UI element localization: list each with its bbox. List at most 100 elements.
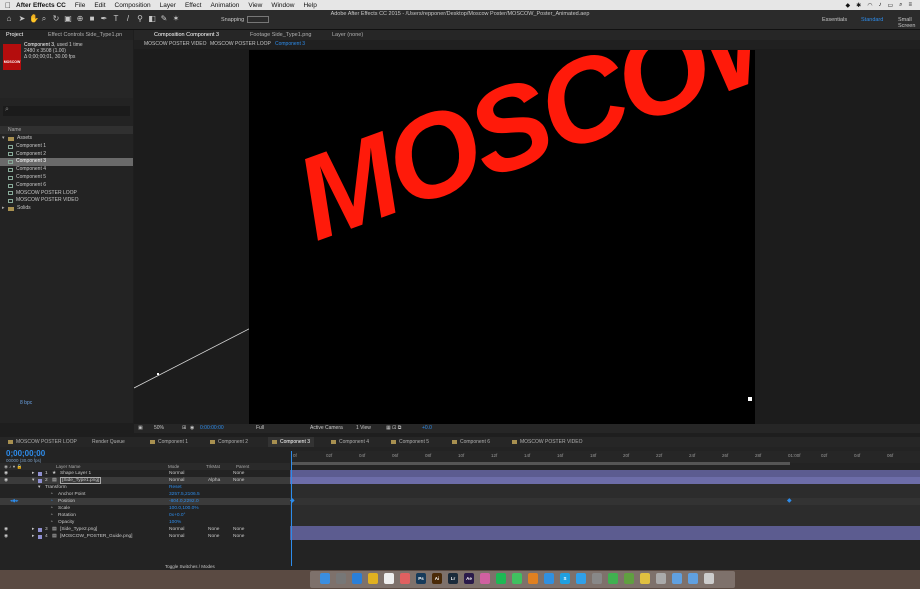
col-parent[interactable]: Parent — [236, 463, 249, 470]
view-options-icon[interactable]: ▦ ⊡ ⧉ — [386, 424, 401, 433]
menu-view[interactable]: View — [248, 2, 262, 9]
project-item[interactable]: Component 3 — [0, 158, 133, 167]
calendar-icon[interactable] — [384, 573, 394, 584]
pan-behind-tool-icon[interactable]: ⊕ — [76, 15, 84, 23]
timeline-tab[interactable]: Component 3 — [268, 437, 315, 447]
label-color[interactable] — [38, 527, 42, 532]
menu-window[interactable]: Window — [271, 2, 294, 9]
timeline-tab[interactable]: Component 2 — [210, 437, 248, 447]
stopwatch-icon[interactable]: ◔ — [50, 498, 53, 505]
property-value[interactable]: 100.0,100.0% — [169, 505, 199, 512]
skype-icon[interactable]: S — [560, 573, 570, 584]
tab-project[interactable]: Project — [0, 30, 29, 40]
breadcrumb-poster-video[interactable]: MOSCOW POSTER VIDEO — [144, 40, 207, 49]
chrome-icon[interactable] — [368, 573, 378, 584]
layer-row[interactable]: ◉ ▸ 4 ▤ [MOSCOW_POSTER_Guide.png] Normal… — [0, 533, 290, 540]
menu-file[interactable]: File — [75, 2, 85, 9]
layer-name[interactable]: [Side_Type2.png] — [60, 526, 97, 533]
exposure-value[interactable]: +0.0 — [422, 424, 432, 433]
workspace-standard[interactable]: Standard — [861, 17, 883, 23]
property-value[interactable]: -804.0,2292.0 — [169, 498, 199, 505]
layer-bar[interactable] — [290, 533, 920, 540]
layer-bar[interactable] — [290, 526, 920, 533]
puppet-tool-icon[interactable]: ✶ — [172, 15, 180, 23]
camera-select[interactable]: Active Camera — [310, 424, 343, 433]
timeline-current-time[interactable]: 0;00;00;00 — [6, 449, 45, 458]
after-effects-icon[interactable]: Ae — [464, 573, 474, 584]
search-icon[interactable]: ⌕ — [899, 2, 902, 9]
menu-animation[interactable]: Animation — [210, 2, 239, 9]
wifi-icon[interactable]: ◠ — [867, 2, 872, 9]
layer-row[interactable]: ◉ ▾ 2 ▤ [Side_Type1.png] Normal Alpha No… — [0, 477, 290, 484]
col-mode[interactable]: Mode — [168, 463, 179, 470]
twirl-icon[interactable]: ▸ — [32, 526, 34, 533]
snapping-toggle[interactable] — [247, 16, 269, 23]
layer-trkmat[interactable]: None — [208, 533, 219, 540]
visibility-icon[interactable]: ◉ — [4, 526, 8, 533]
project-search-input[interactable]: ⌕ — [3, 106, 130, 116]
home-icon[interactable]: ⌂ — [5, 15, 13, 23]
toggle-switches-modes[interactable]: Toggle Switches / Modes — [165, 564, 215, 569]
type-tool-icon[interactable]: T — [112, 15, 120, 23]
layer-mode[interactable]: Normal — [169, 526, 184, 533]
volume-icon[interactable]: ♪ — [878, 2, 881, 8]
workspace-small-screen[interactable]: Small Screen — [898, 17, 920, 29]
apple-icon[interactable]:  — [0, 1, 16, 10]
documents-folder-icon[interactable] — [688, 573, 698, 584]
always-preview-icon[interactable]: ▣ — [138, 424, 143, 433]
selection-tool-icon[interactable]: ➤ — [18, 15, 26, 23]
battery-icon[interactable]: ▭ — [887, 2, 893, 9]
layer-name[interactable]: [MOSCOW_POSTER_Guide.png] — [60, 533, 133, 540]
property-row[interactable]: ◔ Anchor Point 3257.5,2106.5 — [0, 491, 290, 498]
brush-tool-icon[interactable]: / — [124, 15, 132, 23]
stopwatch-icon[interactable]: ◔ — [50, 491, 53, 498]
layer-trkmat[interactable]: None — [208, 526, 219, 533]
transform-reset[interactable]: Reset — [169, 484, 182, 491]
work-area-bar[interactable] — [292, 462, 790, 465]
project-item[interactable]: Component 5 — [0, 174, 133, 182]
timeline-tab[interactable]: Component 6 — [452, 437, 490, 447]
grid-icon[interactable]: ⊞ — [182, 424, 186, 433]
maps-icon[interactable] — [624, 573, 634, 584]
workspace-essentials[interactable]: Essentials — [822, 17, 847, 23]
menu-help[interactable]: Help — [303, 2, 316, 9]
snapshot-icon[interactable]: ◉ — [190, 424, 194, 433]
tab-composition[interactable]: Composition Component 3 — [148, 30, 225, 40]
timeline-tab[interactable]: MOSCOW POSTER LOOP — [8, 437, 77, 447]
photos-icon[interactable] — [400, 573, 410, 584]
preferences-icon[interactable] — [592, 573, 602, 584]
breadcrumb-component-3[interactable]: Component 3 — [275, 40, 305, 49]
views-select[interactable]: 1 View — [356, 424, 371, 433]
vlc-icon[interactable] — [528, 573, 538, 584]
layer-parent[interactable]: None — [233, 477, 244, 484]
layer-row[interactable]: ◉ ▸ 1 ★ Shape Layer 1 Normal None — [0, 470, 290, 477]
menu-app-name[interactable]: After Effects CC — [16, 2, 66, 9]
messages-icon[interactable] — [512, 573, 522, 584]
rectangle-tool-icon[interactable]: ■ — [88, 15, 96, 23]
tab-effect-controls[interactable]: Effect Controls Side_Type1.pn — [42, 30, 128, 40]
col-layer-name[interactable]: Layer Name — [56, 463, 81, 470]
layer-parent[interactable]: None — [233, 526, 244, 533]
composition-canvas[interactable]: MOSCOW — [249, 50, 755, 424]
property-row[interactable]: ◂◆▸ ◔ Position -804.0,2292.0 — [0, 498, 290, 505]
menu-composition[interactable]: Composition — [115, 2, 151, 9]
project-item[interactable]: Component 6 — [0, 182, 133, 190]
av-switches-icon[interactable]: ◉ ♪ ● 🔒 — [4, 463, 22, 470]
magnification-select[interactable]: 50% — [154, 424, 164, 433]
visibility-icon[interactable]: ◉ — [4, 477, 8, 484]
label-color[interactable] — [38, 534, 42, 539]
facetime-icon[interactable] — [608, 573, 618, 584]
timeline-tab[interactable]: MOSCOW POSTER VIDEO — [512, 437, 583, 447]
keyframe-icon[interactable]: ◆ — [787, 498, 792, 505]
twirl-icon[interactable]: ▾ — [32, 477, 34, 484]
project-item[interactable]: MOSCOW POSTER LOOP — [0, 190, 133, 198]
property-row[interactable]: ◔ Scale 100.0,100.0% — [0, 505, 290, 512]
zoom-tool-icon[interactable]: ⌕ — [40, 15, 48, 23]
downloads-folder-icon[interactable] — [672, 573, 682, 584]
project-column-name[interactable]: Name — [0, 126, 133, 134]
anchor-handle[interactable] — [748, 397, 752, 401]
roto-brush-tool-icon[interactable]: ✎ — [160, 15, 168, 23]
layer-mode[interactable]: Normal — [169, 533, 184, 540]
menu-layer[interactable]: Layer — [160, 2, 176, 9]
transform-group[interactable]: ▾ Transform Reset — [0, 484, 290, 491]
